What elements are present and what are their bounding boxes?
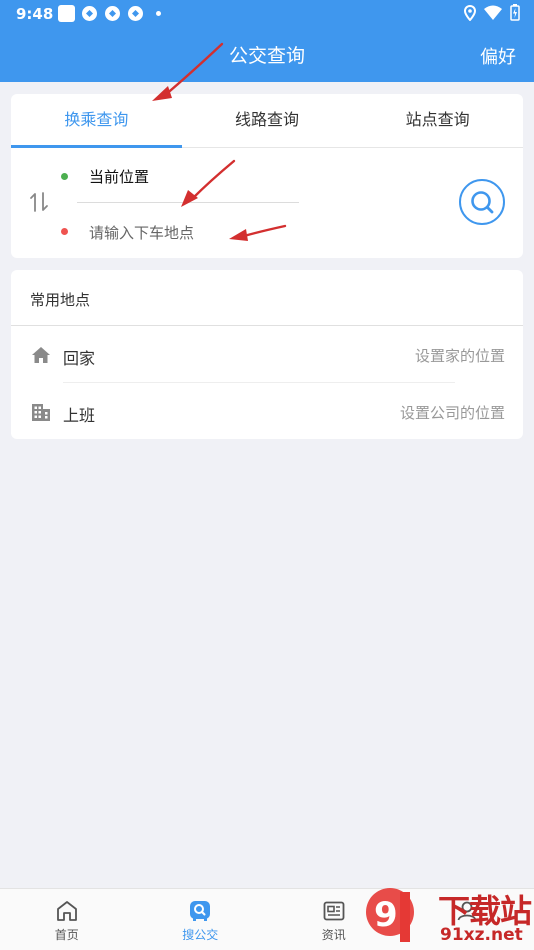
row-divider	[63, 382, 455, 383]
tab-transfer-query[interactable]: 换乘查询	[11, 94, 182, 148]
route-search-card: 换乘查询 线路查询 站点查询 当前位置 请输入下车地点	[11, 94, 523, 258]
swap-icon[interactable]	[28, 191, 50, 213]
end-point-dot	[61, 228, 68, 235]
input-divider	[77, 202, 299, 203]
building-icon	[32, 404, 50, 421]
page-title: 公交查询	[228, 45, 305, 67]
divider	[11, 325, 523, 326]
place-label: 回家	[63, 349, 96, 368]
query-tabs: 换乘查询 线路查询 站点查询	[11, 94, 523, 148]
notification-more-icon	[156, 11, 161, 16]
place-row-work[interactable]: 上班 设置公司的位置	[11, 384, 523, 440]
svg-text:9: 9	[374, 895, 398, 935]
status-time: 9:48	[16, 5, 54, 23]
destination-input[interactable]: 请输入下车地点	[89, 222, 194, 243]
frequent-places-title: 常用地点	[30, 291, 91, 309]
home-icon	[32, 347, 50, 363]
app-header: 9:48 公交查询 偏好	[0, 0, 534, 82]
notification-app-icon	[58, 5, 75, 22]
search-button[interactable]	[459, 179, 505, 225]
wifi-icon	[484, 5, 502, 20]
battery-icon	[510, 4, 520, 21]
place-hint: 设置公司的位置	[399, 404, 505, 422]
notification-icons	[58, 5, 161, 22]
notification-sync-icon	[128, 6, 143, 21]
location-icon	[464, 4, 476, 21]
news-icon	[323, 901, 345, 921]
status-bar: 9:48	[0, 0, 534, 28]
home-outline-icon	[56, 901, 77, 921]
bus-search-icon	[190, 901, 211, 921]
start-location-field[interactable]: 当前位置	[89, 166, 149, 187]
start-point-dot	[61, 173, 68, 180]
notification-sync-icon	[82, 6, 97, 21]
notification-sync-icon	[105, 6, 120, 21]
tab-line-query[interactable]: 线路查询	[182, 94, 353, 147]
watermark-domain: 91xz.net	[440, 925, 523, 945]
nav-label: 搜公交	[182, 928, 219, 942]
place-row-home[interactable]: 回家 设置家的位置	[11, 327, 523, 383]
nav-label: 首页	[54, 928, 79, 942]
nav-home[interactable]: 首页	[0, 889, 134, 950]
search-icon	[471, 191, 494, 214]
system-icons	[464, 4, 520, 21]
preference-button[interactable]: 偏好	[480, 43, 516, 69]
frequent-places-card: 常用地点 回家 设置家的位置 上班 设置公司的位置	[11, 270, 523, 439]
place-label: 上班	[63, 406, 96, 425]
tab-station-query[interactable]: 站点查询	[352, 94, 523, 147]
nav-search-bus[interactable]: 搜公交	[134, 889, 268, 950]
place-hint: 设置家的位置	[414, 347, 505, 365]
